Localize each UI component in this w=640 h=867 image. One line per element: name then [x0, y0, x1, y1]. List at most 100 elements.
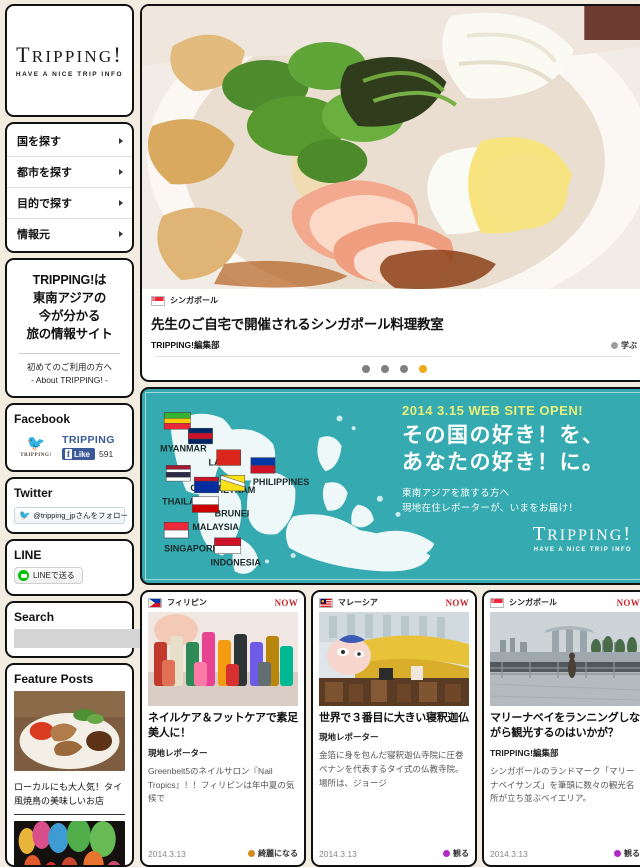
card-tag[interactable]: 観る	[614, 848, 640, 859]
hero-country[interactable]: シンガポール	[151, 295, 637, 306]
svg-text:SINGAPORE: SINGAPORE	[164, 544, 218, 554]
card-country[interactable]: フィリピン	[148, 597, 207, 608]
about-link-line2: - About TRIPPING! -	[31, 374, 108, 385]
card-image	[490, 612, 640, 706]
hero-country-label: シンガポール	[170, 296, 218, 305]
feature-post-thumbnail	[14, 691, 125, 772]
flag-philippines-icon	[148, 597, 162, 608]
line-send-button[interactable]: LINEで送る	[14, 567, 83, 585]
facebook-f-icon: f	[65, 448, 72, 460]
facebook-page-name[interactable]: TRIPPING	[62, 434, 125, 446]
sidebar-item-city[interactable]: 都市を探す	[7, 157, 132, 188]
card-tag-label: 観る	[453, 849, 469, 858]
card-excerpt: Greenbelt5のネイルサロン『Nail Tropics』！！フィリピンは年…	[148, 765, 295, 804]
promo-banner[interactable]: MYANMAR LAOS VIETNAM PHILIPPINES THAILAN…	[140, 387, 640, 585]
hero-title[interactable]: 先生のご自宅で開催されるシンガポール料理教室	[151, 313, 637, 333]
chevron-right-icon	[119, 200, 123, 206]
slider-dot-3[interactable]	[399, 365, 408, 373]
bird-icon: 🐦	[26, 435, 46, 453]
card-country-label: フィリピン	[167, 598, 207, 607]
slider-dot-2[interactable]	[380, 365, 389, 373]
facebook-like-button[interactable]: f Like	[62, 447, 96, 461]
banner-headline-line1: その国の好き！を、	[402, 424, 605, 447]
banner-logo-tagline: HAVE A NICE TRIP INFO	[533, 547, 632, 554]
facebook-like-label: Like	[74, 449, 91, 459]
hero-image[interactable]	[142, 6, 640, 321]
sidebar-item-label: 情報元	[17, 229, 50, 241]
sidebar-item-label: 目的で探す	[17, 198, 72, 210]
card-date: 2014.3.13	[490, 848, 528, 859]
article-card[interactable]: フィリピン NOW ネイルケア＆フットケアで素足美人に！ 現地レポーター Gre…	[140, 590, 306, 867]
card-country[interactable]: マレーシア	[319, 597, 378, 608]
hero-author: TRIPPING!編集部	[151, 340, 220, 350]
line-widget-title: LINE	[14, 548, 42, 563]
banner-subtext-line2: 現地在住レポーターが、いまをお届け！	[402, 502, 579, 514]
card-author: 現地レポーター	[319, 732, 379, 743]
card-author: 現地レポーター	[148, 747, 208, 758]
card-author: TRIPPING!編集部	[490, 747, 559, 758]
slider-dot-4[interactable]	[418, 365, 427, 373]
sidebar-item-label: 国を探す	[17, 136, 61, 148]
tag-dot-icon	[443, 850, 450, 857]
slider-pagination	[142, 357, 640, 380]
card-country-label: シンガポール	[509, 598, 557, 607]
tag-dot-icon	[248, 850, 255, 857]
flag-singapore-icon	[490, 597, 504, 608]
bird-avatar: 🐦 TRIPPING!	[14, 436, 58, 458]
banner-subtext-line1: 東南アジアを旅する方へ	[402, 487, 510, 499]
card-title[interactable]: マリーナベイをランニングしながら観光するのはいかが？	[490, 711, 640, 742]
card-now-badge: NOW	[274, 597, 298, 608]
card-country[interactable]: シンガポール	[490, 597, 557, 608]
feature-posts-title: Feature Posts	[14, 672, 94, 687]
twitter-widget-title: Twitter	[14, 486, 53, 501]
feature-post-item[interactable]: ローカルにも大人気！タイ風焼鳥の美味しいお店	[14, 691, 125, 814]
slider-dot-1[interactable]	[361, 365, 370, 373]
svg-text:PHILIPPINES: PHILIPPINES	[253, 477, 309, 487]
sidebar-item-source[interactable]: 情報元	[7, 219, 132, 249]
banner-logo-wordmark: TRIPPING!	[532, 523, 632, 546]
card-title[interactable]: 世界で３番目に大きい寝釈迦仏	[319, 711, 469, 726]
main-content: シンガポール 先生のご自宅で開催されるシンガポール料理教室 TRIPPING!編…	[138, 0, 640, 867]
twitter-follow-button[interactable]: 🐦 @tripping_jpさんをフォロー	[14, 507, 128, 525]
card-now-badge: NOW	[445, 597, 469, 608]
card-country-label: マレーシア	[338, 598, 378, 607]
sidebar: TRIPPING! HAVE A NICE TRIP INFO 国を探す 都市を…	[0, 0, 207, 867]
search-input[interactable]	[14, 629, 154, 649]
chevron-right-icon	[119, 231, 123, 237]
feature-post-caption: ローカルにも大人気！タイ風焼鳥の美味しいお店	[14, 782, 123, 806]
article-card[interactable]: シンガポール NOW マリーナベイをランニングしながら観光するのはいかが？ TR…	[482, 590, 640, 867]
search-widget-title: Search	[14, 610, 55, 625]
hero-slider: シンガポール 先生のご自宅で開催されるシンガポール料理教室 TRIPPING!編…	[140, 4, 640, 382]
card-tag-label: 綺麗になる	[258, 849, 298, 858]
hero-tag-label: 学ぶ	[621, 341, 637, 350]
sidebar-nav: 国を探す 都市を探す 目的で探す 情報元	[5, 122, 134, 253]
banner-open-date: 2014 3.15 WEB SITE OPEN!	[402, 403, 584, 418]
hero-tag[interactable]: 学ぶ	[611, 340, 637, 351]
line-widget: LINE LINEで送る	[5, 539, 134, 597]
southeast-asia-map: MYANMAR LAOS VIETNAM PHILIPPINES THAILAN…	[160, 412, 435, 574]
bird-avatar-caption: TRIPPING!	[20, 453, 52, 459]
twitter-follow-label: @tripping_jpさんをフォロー	[33, 511, 128, 521]
about-link[interactable]: 初めてのご利用の方へ - About TRIPPING! -	[13, 361, 126, 387]
facebook-widget: Facebook 🐦 TRIPPING! TRIPPING f Like 591	[5, 402, 134, 473]
feature-post-item[interactable]: カラフル！古き街並みを灯す、提灯のお祭り	[14, 815, 125, 866]
card-now-badge: NOW	[616, 597, 640, 608]
sidebar-item-label: 都市を探す	[17, 167, 72, 179]
card-excerpt: シンガポールのランドマーク「マリーナベイサンズ」を筆頭に数々の観光名所が立ち並ぶ…	[490, 765, 635, 804]
site-logo[interactable]: TRIPPING! HAVE A NICE TRIP INFO	[5, 4, 134, 117]
sidebar-item-purpose[interactable]: 目的で探す	[7, 188, 132, 219]
hero-photo	[142, 6, 640, 321]
card-tag[interactable]: 観る	[443, 848, 469, 859]
sidebar-item-country[interactable]: 国を探す	[7, 126, 132, 157]
line-icon	[18, 570, 29, 582]
card-tag-label: 観る	[624, 849, 640, 858]
card-tag[interactable]: 綺麗になる	[248, 848, 298, 859]
chevron-right-icon	[119, 169, 123, 175]
article-card[interactable]: マレーシア NOW 世界で３番目に大きい寝釈迦仏 現地レポーター 金箔に身を包ん…	[311, 590, 477, 867]
card-title[interactable]: ネイルケア＆フットケアで素足美人に！	[148, 711, 298, 742]
facebook-widget-title: Facebook	[14, 411, 71, 426]
search-widget: Search SEARCH	[5, 601, 207, 659]
banner-logo: TRIPPING! HAVE A NICE TRIP INFO	[402, 524, 632, 553]
tag-dot-icon	[611, 342, 618, 349]
card-excerpt: 金箔に身を包んだ寝釈迦仏寺院に圧巻ペナンを代表するタイ式の仏教寺院。場所は、ジョ…	[319, 750, 464, 788]
